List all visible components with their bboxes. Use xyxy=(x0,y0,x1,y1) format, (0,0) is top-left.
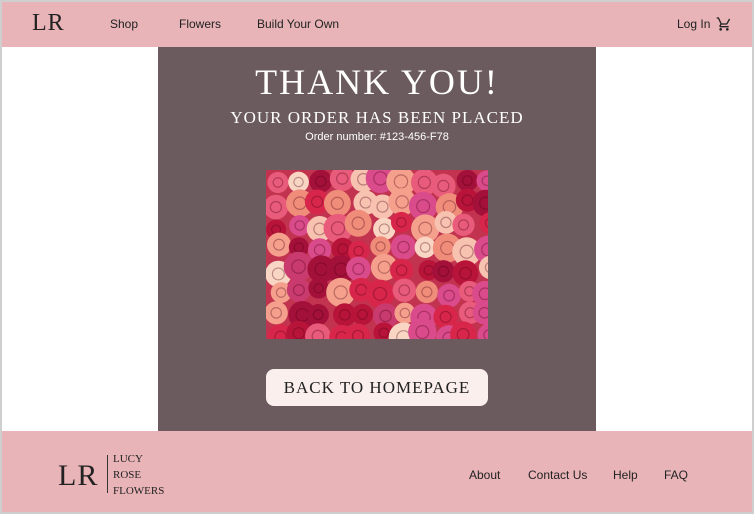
footer-brand-name: LUCY ROSE FLOWERS xyxy=(113,451,164,499)
rose-petal xyxy=(390,234,417,260)
nav-shop-link[interactable]: Shop xyxy=(110,17,138,31)
rose-petal xyxy=(309,170,333,193)
page-frame: LR Shop Flowers Build Your Own Log In TH… xyxy=(0,0,754,514)
back-to-homepage-button[interactable]: BACK TO HOMEPAGE xyxy=(266,369,488,406)
rose-petal xyxy=(477,323,488,339)
roses-wall-image xyxy=(266,170,488,339)
footer-brand-line: LUCY xyxy=(113,453,143,465)
rose-petal xyxy=(392,278,417,302)
site-header: LR Shop Flowers Build Your Own Log In xyxy=(2,2,752,47)
footer-contact-link[interactable]: Contact Us xyxy=(528,468,587,482)
footer-brand-line: FLOWERS xyxy=(113,485,165,497)
footer-logo-divider xyxy=(107,455,108,493)
shopping-cart-icon[interactable] xyxy=(716,16,732,32)
rose-petal xyxy=(414,236,436,258)
rose-petal xyxy=(266,194,289,220)
footer-help-link[interactable]: Help xyxy=(613,468,638,482)
rose-petal xyxy=(266,301,288,325)
order-placed-message: YOUR ORDER HAS BEEN PLACED xyxy=(230,108,524,127)
rose-petal xyxy=(390,258,414,282)
footer-logo[interactable]: LR xyxy=(58,459,98,493)
rose-petal xyxy=(351,303,374,326)
rose-petal xyxy=(437,283,462,308)
rose-petal xyxy=(390,211,412,233)
nav-flowers-link[interactable]: Flowers xyxy=(179,17,221,31)
rose-petal xyxy=(344,209,372,237)
rose-petal xyxy=(289,215,311,236)
footer-faq-link[interactable]: FAQ xyxy=(664,468,688,482)
page-title: THANK YOU! xyxy=(255,62,499,102)
rose-petal xyxy=(345,323,371,339)
order-confirmation-panel: THANK YOU! YOUR ORDER HAS BEEN PLACED Or… xyxy=(158,47,596,431)
rose-petal xyxy=(288,171,309,193)
rose-petal xyxy=(267,171,289,194)
site-logo[interactable]: LR xyxy=(32,10,65,37)
rose-petal xyxy=(452,213,475,236)
rose-petal xyxy=(323,189,351,217)
rose-petal xyxy=(286,277,311,303)
rose-petal xyxy=(456,170,479,192)
rose-petal xyxy=(346,256,371,282)
login-link[interactable]: Log In xyxy=(677,17,710,31)
rose-petal xyxy=(307,304,329,326)
order-number: Order number: #123-456-F78 xyxy=(305,131,449,143)
rose-petal xyxy=(266,232,292,257)
rose-petal xyxy=(432,260,455,283)
site-footer: LR LUCY ROSE FLOWERS About Contact Us He… xyxy=(2,431,752,512)
footer-about-link[interactable]: About xyxy=(469,468,500,482)
rose-petal xyxy=(370,236,391,257)
rose-petal xyxy=(415,280,439,304)
rose-petal xyxy=(365,279,395,309)
rose-petal xyxy=(308,277,329,299)
nav-build-your-own-link[interactable]: Build Your Own xyxy=(257,17,339,31)
footer-brand-line: ROSE xyxy=(113,469,142,481)
